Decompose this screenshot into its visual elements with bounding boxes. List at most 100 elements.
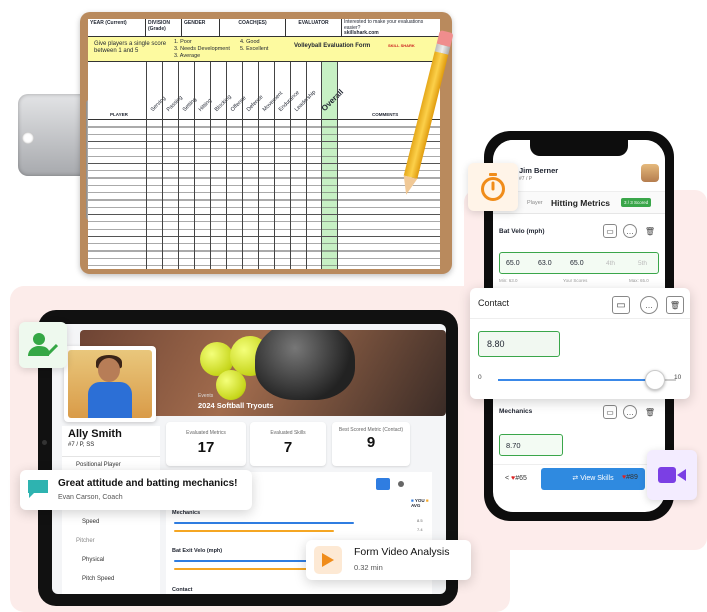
instructions-band: Give players a single score between 1 an…	[88, 37, 440, 62]
pitch-speed-label[interactable]: Pitch Speed	[82, 576, 114, 582]
scale-5: 5. Excellent	[240, 45, 269, 52]
trash-icon[interactable]: 🗑	[643, 405, 657, 419]
bat-velo-scores[interactable]: 65.0 63.0 65.0 4th 5th	[499, 252, 659, 274]
score-4[interactable]: 4th	[606, 260, 615, 267]
header-division: DIVISION (Grade)	[146, 19, 182, 36]
player-avatar[interactable]	[641, 164, 659, 182]
player-photo-card	[64, 346, 156, 422]
play-button[interactable]	[314, 546, 342, 574]
contact-slider-fill	[498, 379, 655, 381]
stat-label: Evaluated Skills	[270, 430, 306, 436]
stat-card-skills: Evaluated Skills 7	[250, 422, 326, 466]
contact-input[interactable]: 8.80	[478, 331, 560, 357]
contact-label: Contact	[478, 298, 510, 308]
comment-icon[interactable]: …	[623, 405, 637, 419]
video-analysis-card[interactable]: Form Video Analysis 0.32 min	[306, 540, 471, 580]
divider	[62, 456, 160, 457]
stat-value: 17	[197, 439, 215, 456]
next-player-button[interactable]: ♥#89	[622, 474, 638, 481]
prev-player-button[interactable]: < ♥#65	[505, 475, 527, 482]
comment-icon[interactable]: …	[640, 296, 658, 314]
trash-icon[interactable]: 🗑	[643, 224, 657, 238]
next-player-number: #89	[626, 474, 638, 481]
speed-label[interactable]: Speed	[82, 519, 99, 525]
overall-col-label: Overall	[319, 87, 346, 113]
video-camera-icon[interactable]: ▭	[603, 224, 617, 238]
scale-col-1: 1. Poor 3. Needs Development 3. Average	[174, 39, 230, 60]
video-duration: 0.32 min	[354, 563, 383, 572]
position-type[interactable]: Positional Player	[76, 462, 121, 468]
score-5[interactable]: 5th	[638, 260, 647, 267]
video-camera-icon[interactable]: ▭	[603, 405, 617, 419]
promo-line-1: Interested to make your evaluations easi…	[344, 19, 424, 31]
stopwatch-icon	[481, 173, 505, 201]
user-check-badge	[19, 322, 67, 368]
stat-label: Evaluated Metrics	[186, 430, 226, 436]
legend-avg: AVG	[411, 503, 421, 508]
skill-col-passing: Passing	[165, 94, 184, 113]
grid-line	[274, 62, 275, 269]
legend: ■ YOU ■ AVG	[411, 498, 429, 508]
more-dot[interactable]	[398, 481, 404, 487]
photo-head	[98, 358, 120, 382]
score-3[interactable]: 65.0	[570, 260, 584, 267]
score-1[interactable]: 65.0	[506, 260, 520, 267]
trash-icon[interactable]: 🗑	[666, 296, 684, 314]
stat-card-metrics: Evaluated Metrics 17	[166, 422, 246, 466]
header-evaluator: EVALUATOR	[286, 19, 342, 36]
contact-slider-thumb[interactable]	[644, 370, 665, 390]
bat-exit-label: Bat Exit Velo (mph)	[172, 548, 223, 554]
grid-line	[258, 62, 259, 269]
mechanics-value[interactable]: 8.70	[506, 441, 521, 450]
grid-line	[210, 62, 211, 269]
mechanics-avg-value: 7.4	[417, 527, 423, 532]
comment-icon[interactable]: …	[623, 224, 637, 238]
stat-card-best: Best Scored Metric (Contact) 9	[332, 422, 410, 466]
stat-value: 7	[283, 439, 293, 456]
coach-sub: #7 / P	[519, 176, 533, 182]
swap-icon: ⇄	[572, 475, 579, 482]
comment-author: Evan Carson, Coach	[58, 494, 123, 501]
promo-line-2: skillshark.com	[344, 30, 379, 36]
grid-line	[242, 62, 243, 269]
header-coaches: COACH(ES)	[220, 19, 286, 36]
grid-line	[337, 62, 338, 269]
comments-col-label: COMMENTS	[372, 112, 399, 117]
bat-exit-avg-bar	[174, 568, 312, 570]
divider	[493, 464, 665, 465]
promo: Interested to make your evaluations easi…	[342, 19, 440, 36]
video-camera-icon[interactable]: ▭	[612, 296, 630, 314]
brand-logo: SKILL SHARK	[388, 43, 415, 48]
clipboard-hole	[22, 132, 34, 144]
grid-line	[194, 62, 195, 269]
header-gender: GENDER	[182, 19, 220, 36]
mechanics-label: Mechanics	[172, 510, 201, 516]
evaluation-sheet: YEAR (Current) DIVISION (Grade) GENDER C…	[88, 19, 440, 269]
grid-line	[226, 62, 227, 269]
play-icon	[322, 553, 334, 567]
contact-chart-label: Contact	[172, 587, 193, 593]
scale-1: 1. Poor	[174, 39, 192, 45]
coach-name: Jim Berner	[519, 166, 559, 175]
comment-card: Great attitude and batting mechanics! Ev…	[20, 470, 252, 510]
skill-col-defense: Defense	[245, 94, 265, 113]
mechanics-input[interactable]: 8.70	[499, 434, 563, 456]
form-title: Volleyball Evaluation Form	[294, 43, 371, 49]
sheet-rows	[88, 120, 440, 269]
contact-value[interactable]: 8.80	[487, 339, 505, 349]
section-bar: Player Hitting Metrics 3 / 3 Scored	[493, 192, 665, 214]
grid-line	[321, 62, 322, 269]
header-year: YEAR (Current)	[88, 19, 146, 36]
bat-velo-label: Bat Velo (mph)	[499, 228, 545, 235]
player-name: Ally Smith	[68, 428, 122, 440]
skill-col-setting: Setting	[181, 96, 199, 113]
divider	[470, 318, 690, 319]
grid-line	[306, 62, 307, 269]
scale-4: 4. Good	[240, 39, 260, 45]
physical-label[interactable]: Physical	[82, 557, 104, 563]
video-camera-icon	[658, 467, 686, 483]
player-tag: Player	[527, 200, 543, 206]
score-2[interactable]: 63.0	[538, 260, 552, 267]
min-value: Min: 63.0	[499, 278, 518, 283]
filter-button[interactable]	[376, 478, 390, 490]
